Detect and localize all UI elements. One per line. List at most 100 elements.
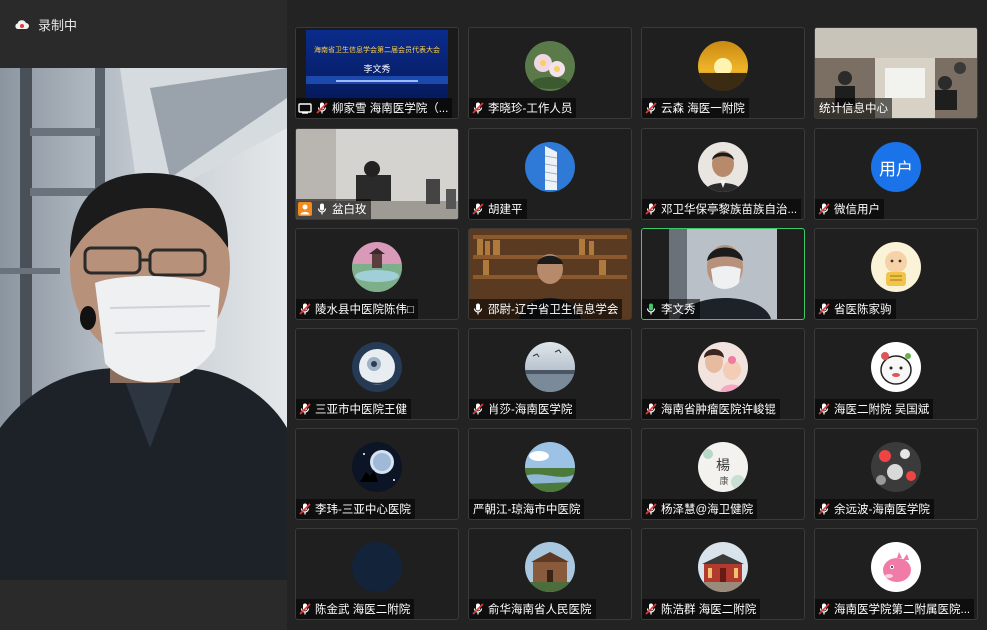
mic-muted-icon xyxy=(471,602,485,616)
participant-name: 海南医学院第二附属医院... xyxy=(834,604,971,616)
avatar xyxy=(525,442,575,492)
avatar xyxy=(871,342,921,392)
mic-muted-icon xyxy=(644,402,658,416)
screen-share-icon xyxy=(298,102,312,114)
participant-name-bar: 李文秀 xyxy=(642,299,700,319)
participant-name: 严朝江-琼海市中医院 xyxy=(473,504,581,516)
participant-name: 云森 海医一附院 xyxy=(661,103,745,115)
avatar: 用户 xyxy=(871,142,921,192)
participant-tile[interactable]: 胡建平 xyxy=(468,128,632,220)
participant-name: 柳家雪 海南医学院（... xyxy=(332,103,449,115)
participant-grid: 海南省卫生信息学会第二届会员代表大会 李文秀 柳家雪 海南医学院（... 李晓珍… xyxy=(295,27,985,627)
participant-name: 省医陈家驹 xyxy=(834,304,892,316)
participant-tile[interactable]: 陈金武 海医二附院 xyxy=(295,528,459,620)
active-speaker-video[interactable] xyxy=(0,68,287,580)
avatar xyxy=(525,542,575,592)
avatar xyxy=(698,542,748,592)
user-icon xyxy=(298,202,312,216)
avatar xyxy=(871,242,921,292)
participant-tile[interactable]: 陵水县中医院陈伟□ xyxy=(295,228,459,320)
avatar xyxy=(525,41,575,91)
mic-icon xyxy=(471,302,485,316)
avatar xyxy=(871,442,921,492)
participant-tile[interactable]: 余远波-海南医学院 xyxy=(814,428,978,520)
participant-tile[interactable]: 云森 海医一附院 xyxy=(641,27,805,119)
mic-muted-icon xyxy=(644,502,658,516)
participant-name-bar: 邵尉-辽宁省卫生信息学会 xyxy=(469,299,623,319)
avatar xyxy=(525,142,575,192)
participant-name-bar: 杨泽慧@海卫健院 xyxy=(642,499,758,519)
participant-tile[interactable]: 李玮-三亚中心医院 xyxy=(295,428,459,520)
participant-name-bar: 统计信息中心 xyxy=(815,98,892,118)
participant-tile[interactable]: 省医陈家驹 xyxy=(814,228,978,320)
participant-name: 李晓珍-工作人员 xyxy=(488,103,573,115)
participant-tile[interactable]: 海南医学院第二附属医院... xyxy=(814,528,978,620)
participant-name-bar: 盆白玫 xyxy=(296,199,371,219)
participant-tile[interactable]: 邵尉-辽宁省卫生信息学会 xyxy=(468,228,632,320)
participant-tile[interactable]: 邓卫华保亭黎族苗族自治... xyxy=(641,128,805,220)
mic-muted-icon xyxy=(817,502,831,516)
participant-tile[interactable]: 俞华海南省人民医院 xyxy=(468,528,632,620)
participant-tile[interactable]: 用户 微信用户 xyxy=(814,128,978,220)
avatar xyxy=(352,542,402,592)
participant-name-bar: 余远波-海南医学院 xyxy=(815,499,934,519)
slide-speaker: 李文秀 xyxy=(363,63,390,75)
mic-muted-icon xyxy=(298,302,312,316)
participant-name-bar: 海南省肿瘤医院许峻锟 xyxy=(642,399,780,419)
avatar xyxy=(352,442,402,492)
mic-muted-icon xyxy=(644,202,658,216)
participant-name: 李玮-三亚中心医院 xyxy=(315,504,411,516)
avatar xyxy=(871,542,921,592)
participant-name: 盆白玫 xyxy=(332,204,367,216)
participant-name: 余远波-海南医学院 xyxy=(834,504,930,516)
avatar xyxy=(698,41,748,91)
participant-tile[interactable]: 统计信息中心 xyxy=(814,27,978,119)
participant-tile[interactable]: 陈浩群 海医二附院 xyxy=(641,528,805,620)
participant-tile[interactable]: 李晓珍-工作人员 xyxy=(468,27,632,119)
participant-name: 陈浩群 海医二附院 xyxy=(661,604,757,616)
participant-tile[interactable]: 海南省肿瘤医院许峻锟 xyxy=(641,328,805,420)
participant-name: 杨泽慧@海卫健院 xyxy=(661,504,754,516)
recording-label: 录制中 xyxy=(38,17,78,33)
mic-muted-icon xyxy=(644,602,658,616)
participant-name: 海南省肿瘤医院许峻锟 xyxy=(661,404,776,416)
participant-tile-active-speaker[interactable]: 李文秀 xyxy=(641,228,805,320)
participant-tile[interactable]: 肖莎-海南医学院 xyxy=(468,328,632,420)
recording-indicator[interactable]: 录制中 xyxy=(14,14,77,34)
participant-name: 俞华海南省人民医院 xyxy=(488,604,592,616)
participant-name: 肖莎-海南医学院 xyxy=(488,404,573,416)
participant-tile[interactable]: 海南省卫生信息学会第二届会员代表大会 李文秀 柳家雪 海南医学院（... xyxy=(295,27,459,119)
participant-tile[interactable]: 海医二附院 吴国斌 xyxy=(814,328,978,420)
mic-muted-icon xyxy=(298,402,312,416)
mic-muted-icon xyxy=(817,302,831,316)
participant-name-bar: 肖莎-海南医学院 xyxy=(469,399,577,419)
participant-name-bar: 三亚市中医院王健 xyxy=(296,399,411,419)
participant-name-bar: 胡建平 xyxy=(469,199,527,219)
mic-muted-icon xyxy=(315,101,329,115)
avatar: 楊康 xyxy=(698,442,748,492)
participant-tile[interactable]: 盆白玫 xyxy=(295,128,459,220)
participant-name-bar: 云森 海医一附院 xyxy=(642,98,749,118)
cloud-record-icon xyxy=(14,18,30,30)
participant-name-bar: 陵水县中医院陈伟□ xyxy=(296,299,418,319)
svg-text:康: 康 xyxy=(719,475,728,487)
mic-muted-icon xyxy=(644,101,658,115)
participant-name-bar: 李玮-三亚中心医院 xyxy=(296,499,415,519)
mic-muted-icon xyxy=(817,602,831,616)
participant-name: 微信用户 xyxy=(834,204,880,216)
participant-tile[interactable]: 楊康 杨泽慧@海卫健院 xyxy=(641,428,805,520)
participant-name-bar: 海南医学院第二附属医院... xyxy=(815,599,975,619)
mic-muted-icon xyxy=(298,602,312,616)
participant-tile[interactable]: 严朝江-琼海市中医院 xyxy=(468,428,632,520)
speaker-panel: 录制中 xyxy=(0,0,287,630)
participant-name-bar: 邓卫华保亭黎族苗族自治... xyxy=(642,199,802,219)
participant-name-bar: 省医陈家驹 xyxy=(815,299,896,319)
participant-tile[interactable]: 三亚市中医院王健 xyxy=(295,328,459,420)
avatar xyxy=(698,142,748,192)
participant-name: 邵尉-辽宁省卫生信息学会 xyxy=(488,304,619,316)
participant-name-bar: 微信用户 xyxy=(815,199,884,219)
participant-name: 邓卫华保亭黎族苗族自治... xyxy=(661,204,798,216)
participant-name-bar: 陈浩群 海医二附院 xyxy=(642,599,761,619)
participant-name: 陵水县中医院陈伟□ xyxy=(315,304,414,316)
mic-icon xyxy=(315,202,329,216)
